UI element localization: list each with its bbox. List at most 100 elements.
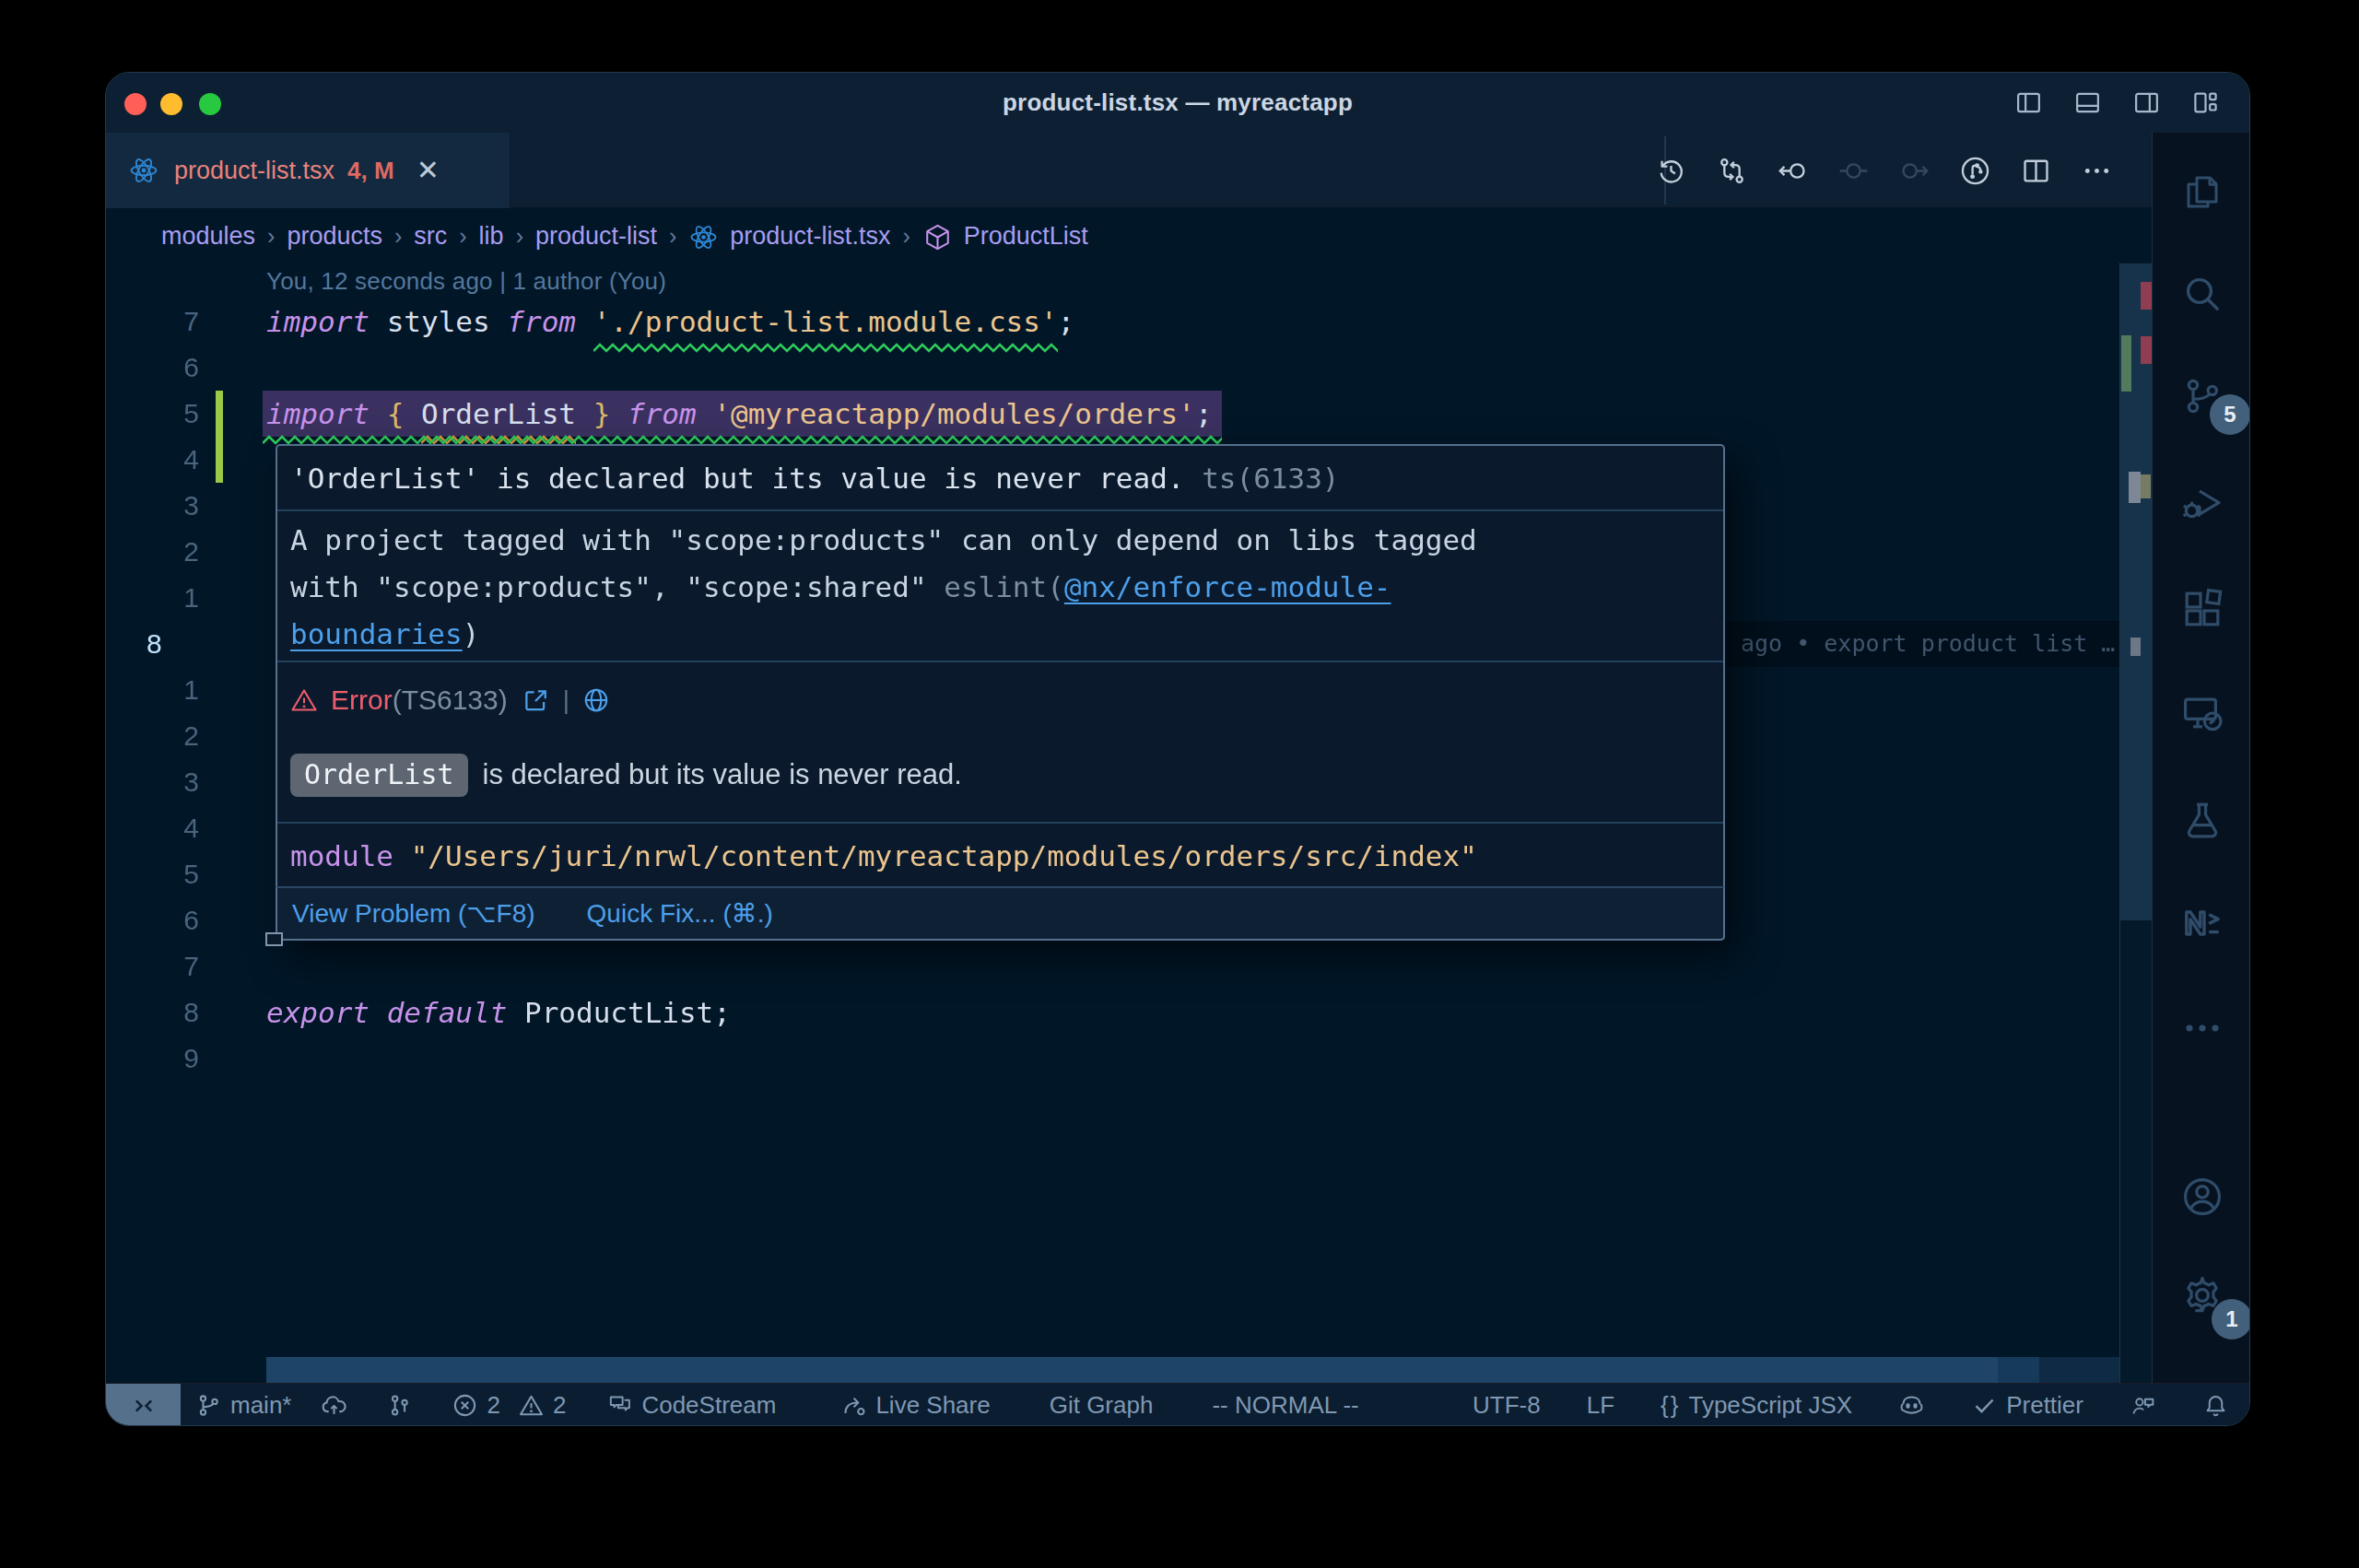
accounts-icon[interactable] <box>2180 1175 2224 1219</box>
vim-mode-status[interactable]: -- NORMAL -- <box>1212 1391 1358 1420</box>
toggle-panel-left-icon[interactable] <box>2014 88 2043 117</box>
selected-import-statement: import { OrderList } from '@myreactapp/m… <box>263 391 1222 437</box>
timeline-history-icon[interactable] <box>1655 155 1687 187</box>
code-text: import styles from './product-list.modul… <box>266 298 1074 345</box>
extensions-icon[interactable] <box>2180 587 2224 631</box>
line-number: 7 <box>106 943 199 989</box>
minimap[interactable] <box>2119 263 2152 1383</box>
copilot-status[interactable] <box>1898 1392 1925 1419</box>
prettier-status[interactable]: Prettier <box>1971 1391 2083 1420</box>
warning-triangle-icon <box>290 686 318 714</box>
chevron-right-icon: › <box>447 223 478 250</box>
toggle-panel-right-icon[interactable] <box>2132 88 2161 117</box>
eslint-rule-link[interactable]: boundaries <box>290 617 463 650</box>
more-actions-icon[interactable] <box>2081 155 2113 187</box>
codestream-status[interactable]: CodeStream <box>606 1391 776 1420</box>
eol-status[interactable]: LF <box>1587 1391 1614 1420</box>
more-views-icon[interactable] <box>2180 1006 2224 1050</box>
code-line: 5 import { OrderList } from '@myreactapp… <box>106 391 2119 437</box>
eslint-rule-link[interactable]: @nx/enforce-module- <box>1064 570 1391 603</box>
previous-change-icon[interactable] <box>1777 155 1809 187</box>
open-external-icon[interactable] <box>522 686 550 714</box>
window-title: product-list.tsx — myreactapp <box>106 73 2249 133</box>
breadcrumb-item-symbol[interactable]: ProductList <box>964 222 1088 251</box>
git-branch-status[interactable]: main* <box>195 1391 291 1420</box>
error-code: (TS6133) <box>393 685 508 716</box>
minimap-error-mark <box>2141 282 2152 310</box>
activity-bar: 5 1 <box>2152 133 2250 1383</box>
split-editor-icon[interactable] <box>2020 155 2052 187</box>
breadcrumb-item-product-list[interactable]: product-list <box>535 222 657 251</box>
chevron-right-icon: › <box>657 223 688 250</box>
next-change-icon[interactable] <box>1898 155 1931 187</box>
problems-status[interactable]: 2 2 <box>452 1391 566 1420</box>
symbol-chip: OrderList <box>290 754 468 797</box>
run-debug-icon[interactable] <box>2180 481 2224 525</box>
breadcrumb-item-src[interactable]: src <box>414 222 447 251</box>
hover-module-row: module "/Users/juri/nrwl/content/myreact… <box>277 824 1723 888</box>
remote-explorer-icon[interactable] <box>2180 691 2224 735</box>
customize-layout-icon[interactable] <box>2191 88 2220 117</box>
bell-icon[interactable] <box>2202 1392 2229 1419</box>
encoding-status[interactable]: UTF-8 <box>1473 1391 1541 1420</box>
testing-beaker-icon[interactable] <box>2180 798 2224 842</box>
horizontal-scrollbar[interactable] <box>266 1357 2119 1383</box>
settings-badge: 1 <box>2212 1299 2250 1340</box>
error-count: 2 <box>487 1391 499 1420</box>
commit-graph-icon[interactable] <box>1959 155 1991 187</box>
warning-count: 2 <box>553 1391 566 1420</box>
tab-product-list-tsx[interactable]: product-list.tsx 4, M ✕ <box>106 133 511 208</box>
breadcrumb-item-lib[interactable]: lib <box>479 222 504 251</box>
sync-cloud-upload-icon[interactable] <box>321 1392 347 1419</box>
vscode-window: product-list.tsx — myreactapp <box>105 72 2250 1426</box>
breadcrumb-item-file[interactable]: product-list.tsx <box>730 222 890 251</box>
separator-pipe: | <box>563 685 569 715</box>
git-compare-icon[interactable] <box>1716 155 1748 187</box>
globe-icon[interactable] <box>582 686 610 714</box>
language-mode-status[interactable]: {} TypeScript JSX <box>1661 1391 1852 1420</box>
feedback-icon[interactable] <box>2130 1392 2156 1419</box>
quick-fix-button[interactable]: Quick Fix... (⌘.) <box>587 898 773 929</box>
git-ref-status-icon[interactable] <box>386 1392 413 1419</box>
view-problem-button[interactable]: View Problem (⌥F8) <box>292 898 535 929</box>
code-text: export default ProductList; <box>266 989 731 1036</box>
codelens-authors[interactable]: You, 12 seconds ago | 1 author (You) <box>266 264 666 298</box>
tab-label: product-list.tsx <box>174 157 334 185</box>
chip-message: is declared but its value is never read. <box>483 758 962 791</box>
tab-problems-badge: 4, M <box>347 157 394 185</box>
explorer-files-icon[interactable] <box>2180 170 2224 214</box>
diagnostic-hover-tooltip: 'OrderList' is declared but its value is… <box>276 444 1725 941</box>
code-line: 7 <box>106 943 2119 989</box>
breadcrumb-item-modules[interactable]: modules <box>161 222 255 251</box>
code-line: 9 <box>106 1036 2119 1082</box>
nx-console-icon[interactable] <box>2180 901 2224 945</box>
breadcrumb-item-products[interactable]: products <box>287 222 382 251</box>
git-blame-annotation: ago • export product list … <box>1741 621 2115 667</box>
line-number: 2 <box>106 529 199 575</box>
symbol-class-cube-icon <box>922 222 953 252</box>
hover-diagnostic-row: 'OrderList' is declared but its value is… <box>277 446 1723 509</box>
breadcrumb: modules › products › src › lib › product… <box>106 209 2152 263</box>
current-change-icon[interactable] <box>1837 155 1870 187</box>
code-line: 7 import styles from './product-list.mod… <box>106 298 2119 345</box>
horizontal-scrollbar-end <box>1998 1357 2039 1383</box>
minimap-selection-mark <box>2141 474 2151 498</box>
line-number: 3 <box>106 759 199 805</box>
hover-resize-handle[interactable] <box>265 932 283 946</box>
code-line: 8 export default ProductList; <box>106 989 2119 1036</box>
git-graph-status[interactable]: Git Graph <box>1050 1391 1154 1420</box>
toggle-panel-bottom-icon[interactable] <box>2073 88 2102 117</box>
horizontal-scrollbar-slider[interactable] <box>266 1357 1998 1383</box>
chevron-right-icon: › <box>504 223 535 250</box>
line-number: 6 <box>106 345 199 391</box>
error-label: Error <box>331 685 393 716</box>
module-keyword: module <box>290 839 393 872</box>
close-tab-icon[interactable]: ✕ <box>417 157 440 184</box>
code-text: import { OrderList } from '@myreactapp/m… <box>266 391 1222 437</box>
line-number: 4 <box>106 805 199 851</box>
live-share-status[interactable]: Live Share <box>840 1391 990 1420</box>
code-line: 6 <box>106 345 2119 391</box>
search-icon[interactable] <box>2180 272 2224 316</box>
remote-indicator[interactable] <box>106 1384 181 1427</box>
chevron-right-icon: › <box>890 223 921 250</box>
